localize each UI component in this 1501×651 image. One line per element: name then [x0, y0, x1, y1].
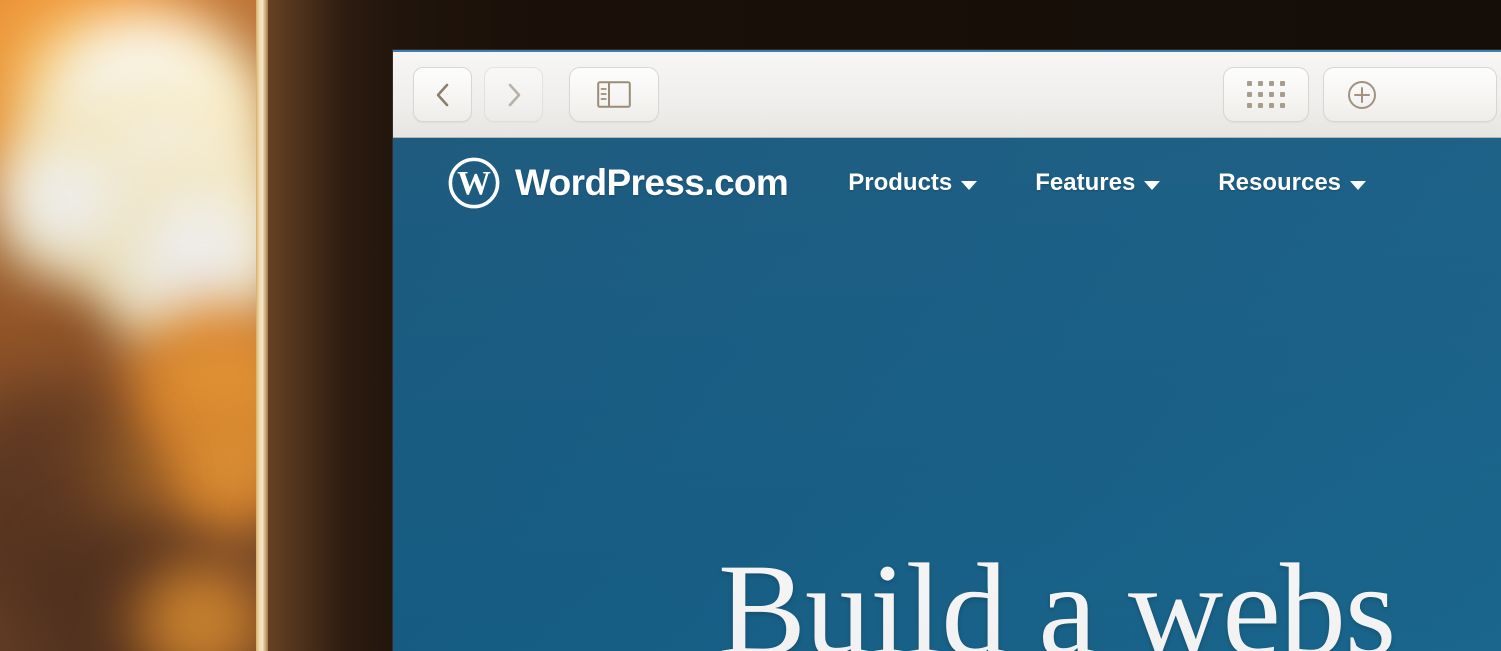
- forward-button[interactable]: [484, 67, 543, 122]
- hero-headline: Build a webs: [718, 536, 1396, 651]
- screenshot-scene: W WordPress.com Products Features Resour…: [0, 0, 1501, 651]
- hero-section: Build a webs: [393, 138, 1501, 651]
- blurred-background: [0, 0, 285, 651]
- chevron-right-icon: [508, 83, 520, 106]
- browser-toolbar: [393, 52, 1501, 138]
- grid-icon: [1247, 81, 1285, 108]
- bezel-light-reflection: [268, 0, 398, 651]
- sidebar-toggle-button[interactable]: [569, 67, 659, 122]
- sidebar-icon: [597, 81, 631, 108]
- new-tab-button[interactable]: [1323, 67, 1497, 122]
- webpage-viewport: W WordPress.com Products Features Resour…: [393, 138, 1501, 651]
- chevron-left-icon: [436, 83, 448, 106]
- plus-circle-icon: [1348, 80, 1376, 109]
- toolbar-right-group: [1223, 67, 1497, 122]
- background-grain: [0, 0, 285, 651]
- back-button[interactable]: [413, 67, 472, 122]
- top-sites-button[interactable]: [1223, 67, 1309, 122]
- browser-window: W WordPress.com Products Features Resour…: [393, 50, 1501, 651]
- toolbar-left-group: [413, 67, 659, 122]
